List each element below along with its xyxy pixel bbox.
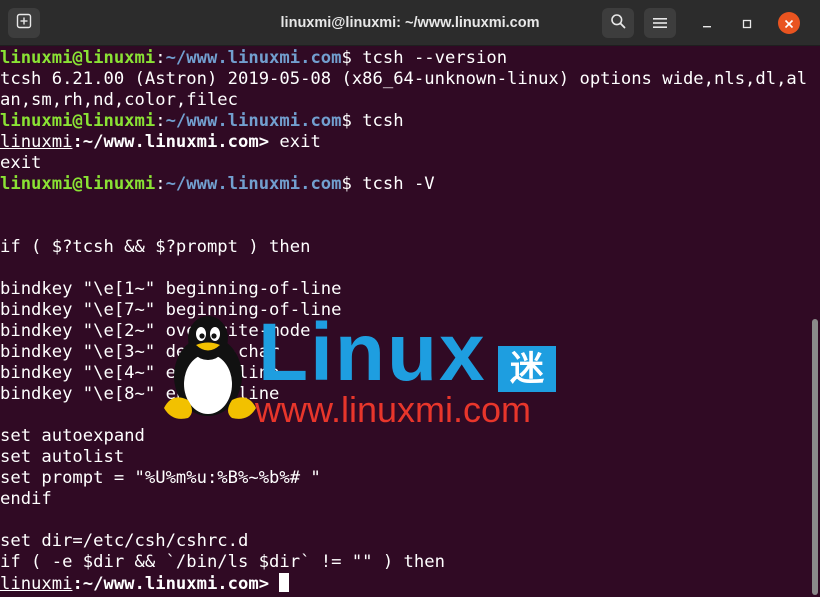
scrollbar[interactable] — [809, 47, 820, 597]
terminal-line: linuxmi@linuxmi:~/www.linuxmi.com$ tcsh … — [0, 174, 435, 194]
text-cursor — [279, 573, 290, 592]
terminal-line: set prompt = "%U%m%u:%B%~%b%# " — [0, 468, 321, 488]
new-tab-button[interactable] — [8, 8, 40, 38]
watermark-url: www.linuxmi.com — [255, 389, 532, 430]
maximize-button[interactable] — [737, 13, 757, 33]
terminal-line: an,sm,rh,nd,color,filec — [0, 90, 238, 110]
terminal-line: linuxmi@linuxmi:~/www.linuxmi.com$ tcsh — [0, 111, 404, 131]
search-button[interactable] — [602, 8, 634, 38]
search-icon — [610, 13, 626, 33]
terminal-line: set autoexpand — [0, 426, 145, 446]
watermark-mi-badge: 迷 — [498, 346, 556, 392]
close-icon — [784, 14, 794, 33]
terminal-line: linuxmi:~/www.linuxmi.com> exit — [0, 132, 321, 152]
watermark-brand: Linux — [258, 307, 487, 398]
terminal-line: if ( -e $dir && `/bin/ls $dir` != "" ) t… — [0, 552, 445, 572]
new-tab-icon — [16, 13, 32, 33]
menu-button[interactable] — [644, 8, 676, 38]
terminal-prompt-line: linuxmi:~/www.linuxmi.com> — [0, 573, 290, 594]
maximize-icon — [742, 14, 752, 33]
tux-penguin-icon — [158, 312, 262, 428]
terminal-line: bindkey "\e[1~" beginning-of-line — [0, 279, 342, 299]
terminal-line: if ( $?tcsh && $?prompt ) then — [0, 237, 311, 257]
scrollbar-thumb[interactable] — [812, 319, 818, 595]
terminal-line: tcsh 6.21.00 (Astron) 2019-05-08 (x86_64… — [0, 69, 808, 89]
minimize-icon — [702, 14, 712, 33]
terminal-line: exit — [0, 153, 42, 173]
minimize-button[interactable] — [697, 13, 717, 33]
terminal-line: endif — [0, 489, 52, 509]
terminal-line: set autolist — [0, 447, 125, 467]
title-bar: linuxmi@linuxmi: ~/www.linuxmi.com — [0, 0, 820, 46]
terminal-line: set dir=/etc/csh/cshrc.d — [0, 531, 249, 551]
terminal-line: linuxmi@linuxmi:~/www.linuxmi.com$ tcsh … — [0, 48, 508, 68]
hamburger-menu-icon — [653, 14, 667, 33]
close-button[interactable] — [778, 12, 800, 34]
